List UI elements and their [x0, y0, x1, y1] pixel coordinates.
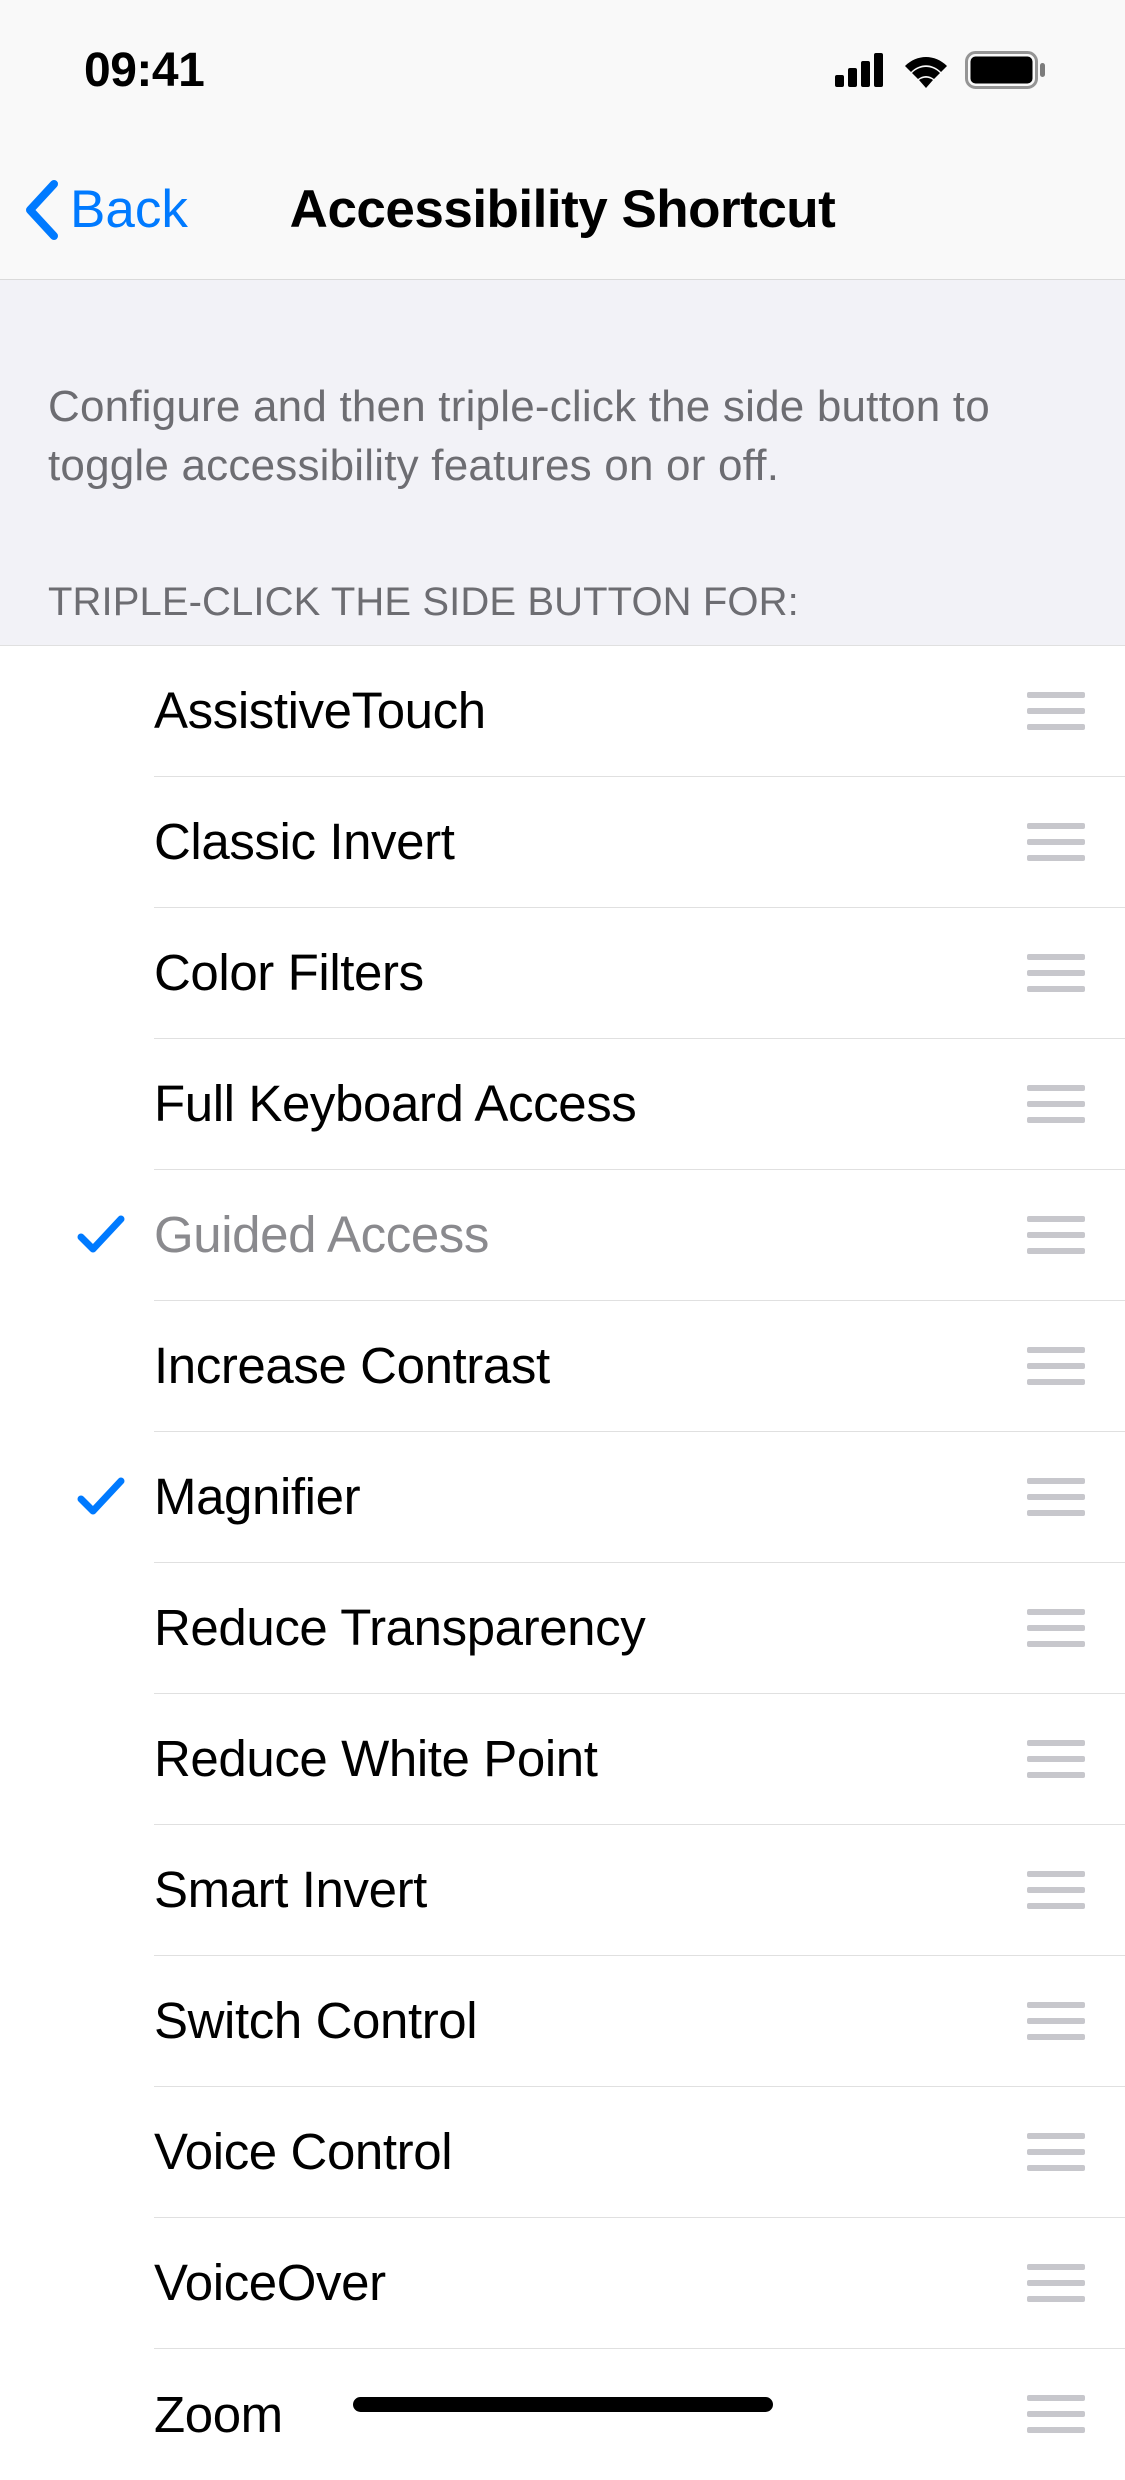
reorder-handle-icon[interactable] [1027, 2238, 1085, 2328]
chevron-left-icon [24, 180, 60, 240]
list-item[interactable]: VoiceOver [0, 2218, 1125, 2349]
list-item[interactable]: Increase Contrast [0, 1301, 1125, 1432]
section-header: TRIPLE-CLICK THE SIDE BUTTON FOR: [0, 518, 1125, 645]
row-label: Zoom [154, 2385, 1027, 2444]
status-icons [835, 51, 1047, 89]
row-body: Reduce White Point [154, 1694, 1125, 1825]
row-label: Switch Control [154, 1991, 1027, 2050]
row-label: Smart Invert [154, 1860, 1027, 1919]
list-item[interactable]: Voice Control [0, 2087, 1125, 2218]
reorder-handle-icon[interactable] [1027, 1059, 1085, 1149]
checkmark-icon [77, 1475, 125, 1519]
status-bar: 09:41 [0, 0, 1125, 140]
row-label: VoiceOver [154, 2253, 1027, 2312]
list-item[interactable]: Full Keyboard Access [0, 1039, 1125, 1170]
row-body: Increase Contrast [154, 1301, 1125, 1432]
battery-icon [965, 51, 1047, 89]
row-body: Classic Invert [154, 777, 1125, 908]
reorder-handle-icon[interactable] [1027, 1976, 1085, 2066]
row-label: Increase Contrast [154, 1336, 1027, 1395]
row-body: Zoom [154, 2349, 1125, 2480]
reorder-handle-icon[interactable] [1027, 1452, 1085, 1542]
row-label: Guided Access [154, 1205, 1027, 1264]
back-button[interactable]: Back [24, 179, 188, 240]
list-item[interactable]: Switch Control [0, 1956, 1125, 2087]
row-label: Color Filters [154, 943, 1027, 1002]
reorder-handle-icon[interactable] [1027, 1190, 1085, 1280]
reorder-handle-icon[interactable] [1027, 1714, 1085, 1804]
row-body: AssistiveTouch [154, 646, 1125, 777]
check-area [48, 1475, 154, 1519]
list-item[interactable]: Smart Invert [0, 1825, 1125, 1956]
reorder-handle-icon[interactable] [1027, 2107, 1085, 2197]
nav-bar: Back Accessibility Shortcut [0, 140, 1125, 280]
row-body: Voice Control [154, 2087, 1125, 2218]
row-label: Full Keyboard Access [154, 1074, 1027, 1133]
row-body: Magnifier [154, 1432, 1125, 1563]
back-label: Back [70, 179, 188, 240]
row-body: Switch Control [154, 1956, 1125, 2087]
row-label: Reduce Transparency [154, 1598, 1027, 1657]
list-item[interactable]: Reduce White Point [0, 1694, 1125, 1825]
reorder-handle-icon[interactable] [1027, 1845, 1085, 1935]
reorder-handle-icon[interactable] [1027, 666, 1085, 756]
home-indicator [353, 2397, 773, 2412]
status-time: 09:41 [84, 43, 204, 98]
reorder-handle-icon[interactable] [1027, 2369, 1085, 2459]
checkmark-icon [77, 1213, 125, 1257]
check-area [48, 1213, 154, 1257]
row-label: Reduce White Point [154, 1729, 1027, 1788]
row-body: Color Filters [154, 908, 1125, 1039]
shortcut-list: AssistiveTouch Classic Invert Color Filter… [0, 645, 1125, 2480]
description-block: Configure and then triple-click the side… [0, 280, 1125, 518]
list-item[interactable]: Guided Access [0, 1170, 1125, 1301]
row-label: Classic Invert [154, 812, 1027, 871]
cellular-signal-icon [835, 53, 887, 87]
list-item[interactable]: Color Filters [0, 908, 1125, 1039]
list-item[interactable]: Classic Invert [0, 777, 1125, 908]
row-body: Reduce Transparency [154, 1563, 1125, 1694]
reorder-handle-icon[interactable] [1027, 1321, 1085, 1411]
list-item[interactable]: Reduce Transparency [0, 1563, 1125, 1694]
list-item[interactable]: Zoom [0, 2349, 1125, 2480]
row-body: Guided Access [154, 1170, 1125, 1301]
wifi-icon [901, 52, 951, 88]
reorder-handle-icon[interactable] [1027, 797, 1085, 887]
list-item[interactable]: Magnifier [0, 1432, 1125, 1563]
reorder-handle-icon[interactable] [1027, 1583, 1085, 1673]
list-item[interactable]: AssistiveTouch [0, 646, 1125, 777]
description-text: Configure and then triple-click the side… [48, 378, 1077, 496]
reorder-handle-icon[interactable] [1027, 928, 1085, 1018]
row-body: Full Keyboard Access [154, 1039, 1125, 1170]
row-label: AssistiveTouch [154, 681, 1027, 740]
row-body: Smart Invert [154, 1825, 1125, 1956]
row-body: VoiceOver [154, 2218, 1125, 2349]
row-label: Magnifier [154, 1467, 1027, 1526]
row-label: Voice Control [154, 2122, 1027, 2181]
